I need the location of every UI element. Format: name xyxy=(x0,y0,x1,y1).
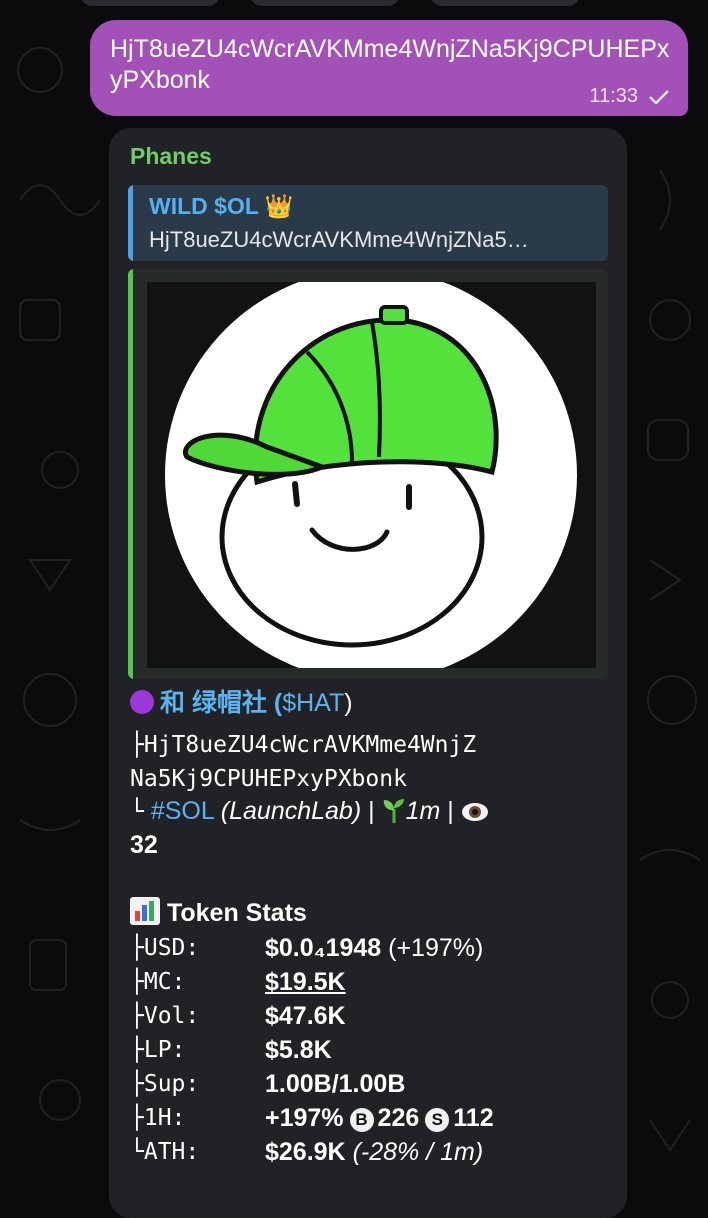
top-chip xyxy=(80,0,220,6)
message-meta: 11:33 xyxy=(589,85,670,108)
stats-title: Token Stats xyxy=(166,899,307,927)
purple-circle-icon xyxy=(130,690,154,714)
sprout-icon xyxy=(383,799,404,823)
token-address-line-2[interactable]: Na5Kj9CPUHEPxyPXbonk xyxy=(130,762,407,796)
reply-quote[interactable]: WILD $OL 👑 HjT8ueZU4cWcrAVKMme4WnjZNa5… xyxy=(128,185,608,261)
top-chip xyxy=(250,0,400,6)
stat-key: └ATH: xyxy=(130,1139,200,1165)
stat-key: ├USD: xyxy=(130,935,200,961)
stat-key: ├1H: xyxy=(130,1105,186,1131)
reply-accent-bar xyxy=(128,185,133,261)
token-meta-line: └ #SOL (LaunchLab) | 1m | xyxy=(130,794,489,829)
outgoing-message-text: HjT8ueZU4cWcrAVKMme4WnjZNa5Kj9CPUHEPxyPX… xyxy=(110,35,670,94)
view-count: 32 xyxy=(130,831,158,859)
stat-value: $5.8K xyxy=(265,1036,332,1064)
bar-chart-icon xyxy=(130,897,160,925)
top-chip xyxy=(430,0,580,6)
token-age: 1m xyxy=(405,797,441,825)
chain-hashtag[interactable]: #SOL xyxy=(151,797,214,825)
token-name-line: 和 绿帽社 ($HAT) xyxy=(130,686,353,720)
preview-accent-bar xyxy=(128,269,133,679)
sender-name[interactable]: Phanes xyxy=(130,143,212,170)
stat-value: $26.9K xyxy=(265,1138,346,1166)
stat-value: $0.0₄1948 xyxy=(265,934,382,962)
stat-value: 1.00B/1.00B xyxy=(265,1070,406,1098)
buys-count: 226 xyxy=(377,1104,420,1132)
stat-extra: (-28% / 1m) xyxy=(345,1138,484,1166)
platform-label: (LaunchLab) xyxy=(220,797,362,825)
check-icon xyxy=(649,89,669,104)
token-image[interactable] xyxy=(147,282,596,668)
token-address-line-1[interactable]: ├HjT8ueZU4cWcrAVKMme4WnjZ xyxy=(130,728,476,762)
stat-value-link[interactable]: $19.5K xyxy=(265,965,346,999)
bitcoin-b-icon: B xyxy=(349,1108,374,1132)
outgoing-message[interactable]: HjT8ueZU4cWcrAVKMme4WnjZNa5Kj9CPUHEPxyPX… xyxy=(90,20,688,116)
token-name-suffix: ) xyxy=(344,689,353,717)
tree-branch: └ xyxy=(130,799,144,825)
link-preview[interactable] xyxy=(128,269,608,679)
stat-key: ├Vol: xyxy=(130,1003,200,1029)
reply-title: WILD $OL 👑 xyxy=(149,193,294,219)
token-name[interactable]: 和 绿帽社 ( xyxy=(160,689,282,717)
separator: | xyxy=(440,797,461,825)
s-coin-icon: S xyxy=(425,1108,450,1132)
eye-icon xyxy=(461,803,488,821)
reply-text: HjT8ueZU4cWcrAVKMme4WnjZNa5… xyxy=(149,227,529,252)
stat-key: ├Sup: xyxy=(130,1071,200,1097)
stat-extra: (+197%) xyxy=(381,934,484,962)
token-ticker[interactable]: $HAT xyxy=(282,689,344,717)
incoming-message[interactable]: Phanes WILD $OL 👑 HjT8ueZU4cWcrAVKMme4Wn… xyxy=(109,128,627,1218)
separator: | xyxy=(361,797,382,825)
stat-value: $47.6K xyxy=(265,1002,346,1030)
stat-key: ├LP: xyxy=(130,1037,186,1063)
message-time: 11:33 xyxy=(589,85,638,107)
stats-header: Token Stats xyxy=(130,896,307,930)
stat-key: ├MC: xyxy=(130,969,186,995)
stat-value: +197% xyxy=(265,1104,344,1132)
sells-count: 112 xyxy=(453,1104,494,1132)
